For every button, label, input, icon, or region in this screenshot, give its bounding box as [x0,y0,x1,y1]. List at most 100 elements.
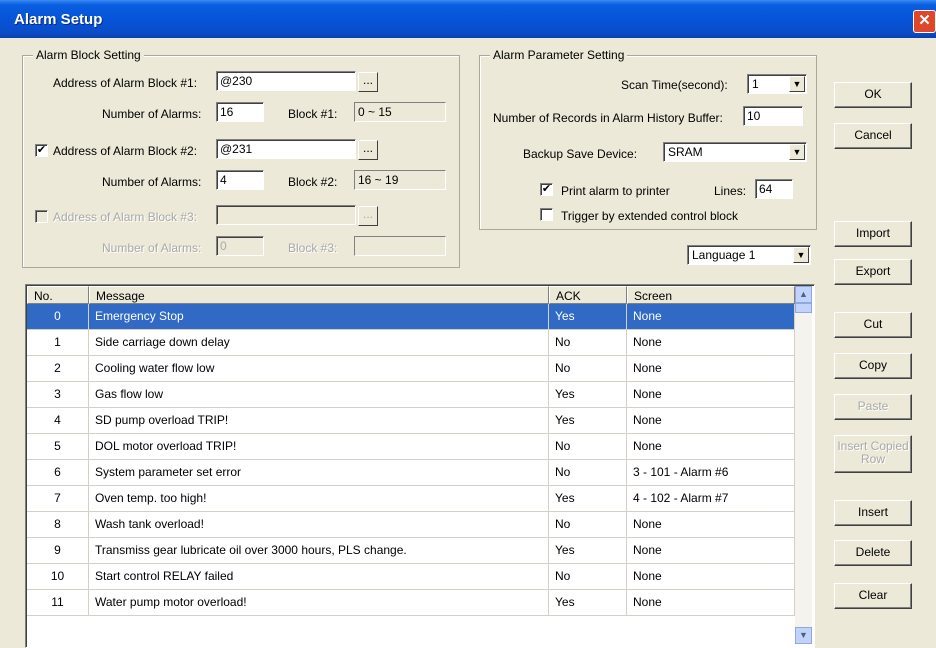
block2-count-label: Number of Alarms: [102,175,202,189]
cell-screen: None [627,304,795,330]
cell-ack: Yes [549,486,627,512]
block3-range-value [354,236,446,256]
cell-message: System parameter set error [89,460,549,486]
cell-ack: Yes [549,304,627,330]
import-button[interactable]: Import [834,221,912,247]
lines-label: Lines: [714,184,747,198]
chevron-down-icon[interactable]: ▼ [793,247,809,263]
block2-range-label: Block #2: [288,175,338,189]
block2-address-input[interactable]: @231 [216,139,356,159]
cell-message: Emergency Stop [89,304,549,330]
lines-input[interactable]: 64 [755,179,793,199]
cancel-button[interactable]: Cancel [834,123,912,149]
table-row[interactable]: 10 Start control RELAY failed No None [27,564,795,590]
cell-no: 10 [27,564,89,590]
backup-device-value: SRAM [668,145,703,159]
cell-screen: None [627,382,795,408]
table-row[interactable]: 1 Side carriage down delay No None [27,330,795,356]
table-row[interactable]: 4 SD pump overload TRIP! Yes None [27,408,795,434]
paste-button[interactable]: Paste [834,394,912,420]
block3-checkbox[interactable] [35,210,48,223]
table-row[interactable]: 3 Gas flow low Yes None [27,382,795,408]
block3-count-label: Number of Alarms: [102,241,202,255]
block1-address-input[interactable]: @230 [216,71,356,91]
table-row[interactable]: 6 System parameter set error No 3 - 101 - A… [27,460,795,486]
export-button[interactable]: Export [834,259,912,285]
records-label: Number of Records in Alarm History Buffe… [493,111,723,125]
title-bar: Alarm Setup ✕ [0,0,936,38]
records-input[interactable]: 10 [743,106,803,126]
table-row[interactable]: 11 Water pump motor overload! Yes None [27,590,795,616]
cell-message: Cooling water flow low [89,356,549,382]
alarm-block-legend: Alarm Block Setting [33,48,144,62]
column-header-no[interactable]: No. [27,286,89,304]
block1-count-label: Number of Alarms: [102,107,202,121]
block2-browse-button[interactable]: ... [358,140,378,160]
block2-address-label: Address of Alarm Block #2: [53,144,198,158]
delete-button[interactable]: Delete [834,540,912,566]
cell-no: 5 [27,434,89,460]
column-header-screen[interactable]: Screen [627,286,795,304]
cell-screen: None [627,356,795,382]
insert-button[interactable]: Insert [834,500,912,526]
cell-message: Water pump motor overload! [89,590,549,616]
check-mark-icon: ✔ [36,144,47,156]
cell-screen: None [627,408,795,434]
table-row[interactable]: 9 Transmiss gear lubricate oil over 3000 … [27,538,795,564]
cell-ack: Yes [549,590,627,616]
dialog-body: Alarm Block Setting Address of Alarm Blo… [0,38,936,648]
cell-no: 7 [27,486,89,512]
cell-ack: Yes [549,408,627,434]
cell-no: 9 [27,538,89,564]
column-header-ack[interactable]: ACK [549,286,627,304]
scroll-up-icon[interactable]: ▲ [795,286,812,303]
cell-message: Side carriage down delay [89,330,549,356]
column-header-message[interactable]: Message [89,286,549,304]
window-title: Alarm Setup [14,11,103,28]
table-row[interactable]: 7 Oven temp. too high! Yes 4 - 102 - Alarm … [27,486,795,512]
trigger-checkbox[interactable] [540,208,553,221]
table-row[interactable]: 0 Emergency Stop Yes None [27,304,795,330]
clear-button[interactable]: Clear [834,583,912,609]
language-select[interactable]: Language 1 ▼ [687,245,811,265]
vertical-scrollbar[interactable]: ▲ ▼ [795,286,812,644]
cut-button[interactable]: Cut [834,312,912,338]
cell-ack: Yes [549,538,627,564]
block2-checkbox[interactable]: ✔ [35,144,48,157]
table-row[interactable]: 5 DOL motor overload TRIP! No None [27,434,795,460]
block2-count-input[interactable]: 4 [216,170,264,190]
check-mark-icon: ✔ [541,183,552,195]
scroll-thumb[interactable] [795,303,812,313]
cell-ack: No [549,330,627,356]
cell-ack: No [549,434,627,460]
block3-count-input[interactable]: 0 [216,236,264,256]
cell-screen: None [627,330,795,356]
scan-time-select[interactable]: 1 ▼ [747,74,807,94]
block1-browse-button[interactable]: ... [358,72,378,92]
ok-button[interactable]: OK [834,82,912,108]
cell-ack: No [549,356,627,382]
cell-no: 3 [27,382,89,408]
chevron-down-icon[interactable]: ▼ [789,144,805,160]
block3-browse-button[interactable]: ... [358,206,378,226]
cell-message: Start control RELAY failed [89,564,549,590]
cell-screen: None [627,590,795,616]
table-row[interactable]: 2 Cooling water flow low No None [27,356,795,382]
alarm-table[interactable]: No. Message ACK Screen 0 Emergency Stop Ye… [25,284,815,648]
block1-address-label: Address of Alarm Block #1: [53,76,198,90]
alarm-param-legend: Alarm Parameter Setting [490,48,628,62]
cell-no: 0 [27,304,89,330]
cell-screen: None [627,434,795,460]
backup-device-select[interactable]: SRAM ▼ [663,142,807,162]
copy-button[interactable]: Copy [834,353,912,379]
table-row[interactable]: 8 Wash tank overload! No None [27,512,795,538]
insert-copied-row-button[interactable]: Insert Copied Row [834,435,912,473]
block3-address-input[interactable] [216,205,356,225]
close-button[interactable]: ✕ [913,10,936,33]
block1-count-input[interactable]: 16 [216,102,264,122]
cell-ack: No [549,564,627,590]
cell-no: 4 [27,408,89,434]
cell-no: 8 [27,512,89,538]
print-alarm-checkbox[interactable]: ✔ [540,183,553,196]
chevron-down-icon[interactable]: ▼ [789,76,805,92]
